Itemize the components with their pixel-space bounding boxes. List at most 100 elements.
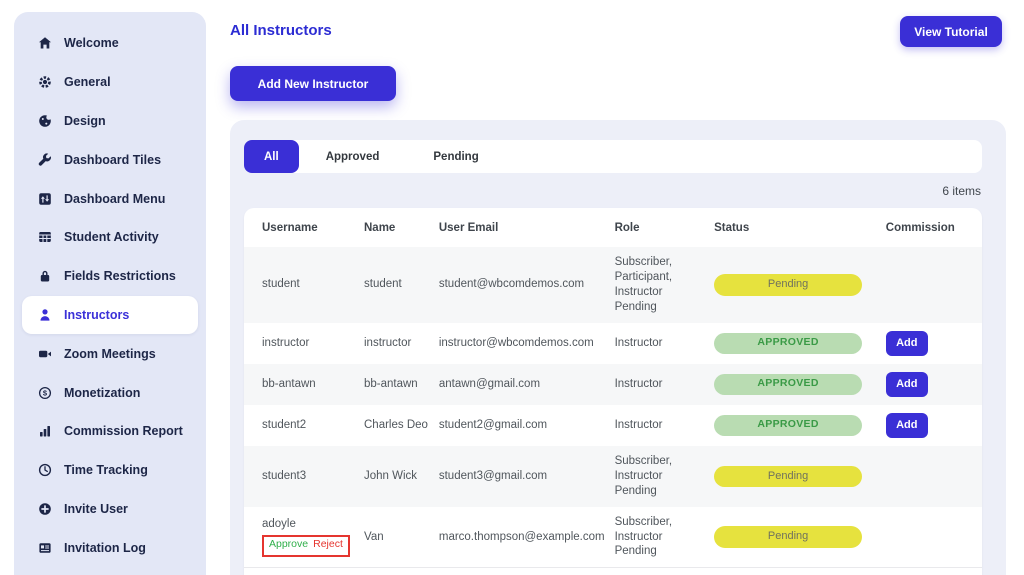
cell-commission: Add [885,364,982,405]
cell-status: Pending [708,446,886,507]
approve-link[interactable]: Approve [269,538,308,550]
approve-reject-annotation-box: Approve Reject [262,535,350,557]
add-new-instructor-button[interactable]: Add New Instructor [230,66,396,101]
cell-name: bb-antawn [364,377,418,390]
cell-role: Subscriber, Participant, Instructor Pend… [614,256,673,313]
table-header-row: Username Name User Email Role Status Commissi… [244,208,982,247]
cell-commission: Add [885,323,982,364]
dashboard-menu-icon [38,192,52,206]
reject-link[interactable]: Reject [313,538,343,550]
sidebar-item-label: Monetization [64,385,141,400]
sidebar-item-commission-report[interactable]: Commission Report [14,412,206,451]
palette-icon [38,114,52,128]
sidebar-item-label: Invite User [64,501,128,516]
table-row: bb-antawn bb-antawn antawn@gmail.com Instru… [244,363,982,405]
status-badge: Pending [714,274,863,296]
sidebar-item-design[interactable]: Design [14,102,206,141]
sidebar-item-instructors[interactable]: Instructors [22,295,198,335]
video-camera-icon [38,347,52,361]
sidebar-item-time-tracking[interactable]: Time Tracking [14,451,206,490]
lock-icon [38,269,52,283]
column-header-username: Username [244,568,364,575]
table-body: student student student@wbcomdemos.com Subs… [244,247,982,568]
table-row: student student student@wbcomdemos.com Subs… [244,247,982,323]
cell-username: student2 [244,405,364,446]
app-window: Welcome General Design Dashboard Tiles Dashb… [0,0,1024,575]
cell-commission [886,446,982,507]
username-text: student2 [262,418,307,431]
sidebar-item-label: General [64,75,111,90]
tab-approved[interactable]: Approved [299,140,407,173]
cell-commission: Add [885,405,982,446]
svg-text:$: $ [43,388,48,397]
column-header-user-email: User Email [438,222,499,234]
table-row: instructor instructor instructor@wbcomdemo… [244,323,982,364]
add-commission-button[interactable]: Add [885,412,928,438]
column-header-status: Status [714,222,750,234]
add-commission-button[interactable]: Add [885,330,928,356]
cell-name: student [364,278,402,291]
gear-icon [38,75,52,89]
cell-role: Subscriber, Instructor Pending [614,454,673,497]
sidebar-item-label: Welcome [64,36,119,51]
table-footer-row: UsernameNameUser EmailRoleStatusCommissi… [244,567,982,575]
add-commission-button[interactable]: Add [885,371,928,397]
invitation-log-icon [38,541,52,555]
sidebar-item-general[interactable]: General [14,63,206,102]
sidebar-item-fields-restrictions[interactable]: Fields Restrictions [14,257,206,296]
cell-user-email: student3@gmail.com [438,469,548,482]
column-header-commission: Commission [885,222,955,234]
sidebar-item-monetization[interactable]: $ Monetization [14,373,206,412]
column-header-user-email: User Email [439,568,615,575]
home-icon [38,36,52,50]
column-header-role: Role [614,222,640,234]
cell-status: Pending [708,247,886,323]
bar-chart-icon [38,424,52,438]
status-badge: APPROVED [714,373,863,395]
cell-status: Pending [708,507,886,568]
status-filter-tabs: All Approved Pending [244,140,982,173]
cell-user-email: marco.thompson@example.com [438,530,605,543]
cell-user-email: antawn@gmail.com [438,377,541,390]
username-text: student3 [262,469,307,482]
column-header-name: Name [364,222,396,234]
column-header-role: Role [615,568,709,575]
sidebar-item-zoom-meetings[interactable]: Zoom Meetings [14,334,206,373]
dollar-circle-icon: $ [38,386,52,400]
sidebar-item-label: Fields Restrictions [64,269,176,284]
sidebar-item-welcome[interactable]: Welcome [14,24,206,63]
cell-user-email: instructor@wbcomdemos.com [438,336,594,349]
cell-status: APPROVED [708,405,886,446]
cell-username: bb-antawn [244,364,364,405]
username-text: student [262,278,300,291]
sidebar-item-invitation-log[interactable]: Invitation Log [14,528,206,567]
table-row: student3 John Wick student3@gmail.com Subsc… [244,445,982,507]
status-badge: Pending [714,526,863,548]
cell-username: student3 [244,446,364,507]
tab-all[interactable]: All [244,140,299,173]
sidebar-item-label: Invitation Log [64,540,146,555]
table-row: adoyle Approve Reject Van marco.thompson@exa… [244,507,982,568]
cell-username: instructor [244,323,364,364]
sidebar-item-dashboard-menu[interactable]: Dashboard Menu [14,179,206,218]
instructors-table-card: Username Name User Email Role Status Commissi… [244,208,982,575]
sidebar-item-student-activity[interactable]: Student Activity [14,218,206,257]
tab-pending[interactable]: Pending [406,140,505,173]
cell-status: APPROVED [708,364,886,405]
sidebar-item-label: Student Activity [64,230,159,245]
sidebar-item-invite-user[interactable]: Invite User [14,490,206,529]
cell-role: Instructor [614,377,663,390]
column-header-commission: Commission [886,568,982,575]
cell-user-email: student2@gmail.com [438,418,548,431]
sidebar-item-dashboard-tiles[interactable]: Dashboard Tiles [14,140,206,179]
view-tutorial-button[interactable]: View Tutorial [900,16,1002,47]
cell-role: Instructor [614,336,663,349]
table-row: student2 Charles Deo student2@gmail.com Ins… [244,405,982,446]
user-icon [38,308,52,322]
cell-commission [886,247,982,323]
sidebar-item-label: Dashboard Menu [64,191,166,206]
column-header-status: Status [708,568,886,575]
username-text: adoyle [262,518,296,531]
sidebar: Welcome General Design Dashboard Tiles Dashb… [14,12,206,575]
cell-name: Van [364,530,384,543]
